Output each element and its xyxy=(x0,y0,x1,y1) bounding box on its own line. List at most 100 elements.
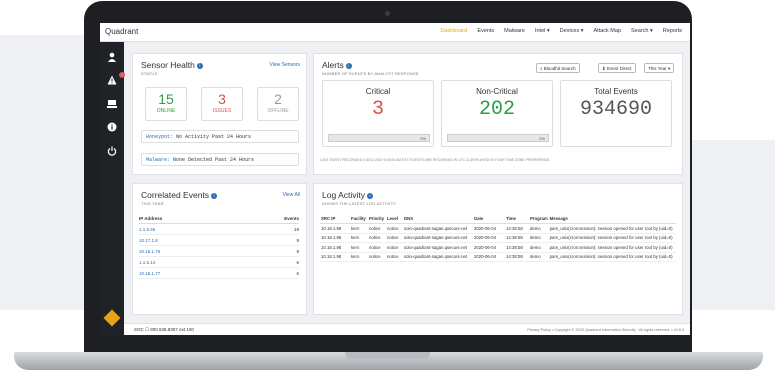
dns-cell: solo-quadrant-sagan.qsecure.net xyxy=(403,252,473,263)
time-cell: 14:38:58 xyxy=(505,223,529,234)
alert-icon[interactable]: ! xyxy=(106,72,125,87)
level-cell: notice xyxy=(386,242,403,253)
date-cell: 2020-06-04 xyxy=(473,242,505,253)
honeypot-text: No Activity Past 24 Hours xyxy=(176,134,252,140)
quadrant-logo-icon xyxy=(103,309,121,327)
program-cell: demo xyxy=(529,233,549,244)
src-ip-cell: 10.18.1.98 xyxy=(320,223,350,234)
sensor-offline-stat[interactable]: 2 OFFLINE xyxy=(257,87,299,121)
column-header[interactable]: DNS xyxy=(403,214,473,224)
ip-link[interactable]: 1.1.5.65 xyxy=(139,223,237,235)
event-count: 9 xyxy=(236,234,299,246)
program-cell: demo xyxy=(529,252,549,263)
column-header[interactable]: Time xyxy=(505,214,529,224)
non-critical-value: 202 xyxy=(478,98,515,121)
priority-cell: notice xyxy=(368,223,386,234)
info-icon[interactable] xyxy=(106,122,118,134)
nav-events[interactable]: Events xyxy=(477,28,494,34)
malware-text: None Detected Past 24 Hours xyxy=(173,157,255,163)
nav-search[interactable]: Search ▾ xyxy=(631,28,653,34)
event-count: 19 xyxy=(236,223,299,235)
card-title: Sensor Health xyxy=(141,60,195,70)
dns-cell: solo-quadrant-sagan.qsecure.net xyxy=(403,223,473,234)
nav-malware[interactable]: Malware xyxy=(504,28,525,34)
priority-cell: notice xyxy=(368,233,386,244)
table-row[interactable]: 10.18.1.76 9 xyxy=(139,245,299,257)
table-row[interactable]: 10.17.1.8 9 xyxy=(139,234,299,246)
legal-links[interactable]: Privacy Policy • Copyright © 2020 Quadra… xyxy=(527,328,684,332)
view-all-link[interactable]: View All xyxy=(283,192,300,198)
event-direct-button[interactable]: ⬇ Event Direct xyxy=(598,63,636,73)
arrow-icon: ⬇ xyxy=(602,66,606,71)
brand-logo[interactable]: Quadrant xyxy=(105,27,138,36)
total-events-box[interactable]: Total Events 934690 xyxy=(560,80,672,147)
correlated-events-card: Correlated Events i THIS YEAR View All IP… xyxy=(132,183,307,315)
table-row[interactable]: 1.1.5.14 6 xyxy=(139,256,299,268)
facility-cell: kern xyxy=(350,252,368,263)
critical-progress: 0% xyxy=(328,134,430,142)
message-cell: pam_unix(cron:session): session opened f… xyxy=(548,233,676,244)
message-cell: pam_unix(cron:session): session opened f… xyxy=(548,223,676,234)
nav-devices[interactable]: Devices ▾ xyxy=(560,28,584,34)
user-icon[interactable] xyxy=(106,52,118,64)
time-range-dropdown[interactable]: This Year ▾ xyxy=(644,63,675,73)
info-icon[interactable]: i xyxy=(367,192,373,199)
issues-label: ISSUES xyxy=(212,108,232,114)
card-title: Correlated Events xyxy=(141,190,210,200)
column-header[interactable]: Program xyxy=(529,214,549,224)
page-footer: SOC ☐ 800.538.8357 ext 100 Privacy Polic… xyxy=(124,323,690,335)
table-row[interactable]: 10.18.1.98 kern notice notice solo-quadrant-… xyxy=(320,233,676,244)
ip-link[interactable]: 10.18.1.77 xyxy=(139,267,237,279)
critical-box[interactable]: Critical 3 0% xyxy=(322,80,434,147)
product-photo: Quadrant Dashboard Events Malware Intel … xyxy=(0,0,775,379)
info-icon[interactable]: i xyxy=(211,192,218,199)
priority-cell: notice xyxy=(368,252,386,263)
sensor-issues-stat[interactable]: 3 ISSUES xyxy=(201,87,243,121)
button-label: Bloodhit Search xyxy=(543,66,576,71)
table-row[interactable]: 10.18.1.98 kern notice notice solo-quadrant-… xyxy=(320,223,676,234)
time-cell: 14:38:58 xyxy=(505,233,529,244)
card-title: Log Activity xyxy=(322,190,365,200)
non-critical-box[interactable]: Non-Critical 202 0% xyxy=(441,80,553,147)
column-header[interactable]: Facility xyxy=(350,214,368,224)
table-row[interactable]: 1.1.5.65 19 xyxy=(139,223,299,235)
info-icon[interactable]: i xyxy=(196,62,203,69)
column-header[interactable]: Events xyxy=(236,214,299,224)
offline-count: 2 xyxy=(274,91,282,107)
bloodhit-search-button[interactable]: ⌕ Bloodhit Search xyxy=(536,63,580,73)
ip-link[interactable]: 10.18.1.76 xyxy=(139,245,237,257)
power-icon[interactable] xyxy=(106,146,118,158)
table-row[interactable]: 10.18.1.98 kern notice notice solo-quadrant-… xyxy=(320,252,676,263)
facility-cell: kern xyxy=(350,242,368,253)
event-count: 6 xyxy=(236,267,299,279)
main-nav: Dashboard Events Malware Intel ▾ Devices… xyxy=(440,28,682,34)
view-sensors-link[interactable]: View Sensors xyxy=(270,62,300,68)
alerts-card: Alerts i NUMBER OF EVENTS BY ANALYST RESP… xyxy=(313,53,683,175)
correlated-events-table: IP Address Events 1.1.5.65 19 10.17.1.8 9 … xyxy=(139,214,299,279)
ip-link[interactable]: 1.1.5.14 xyxy=(139,256,237,268)
column-header[interactable]: Level xyxy=(386,214,403,224)
card-subtitle: SHOWS THE LATEST LOG ACTIVITY xyxy=(322,201,397,206)
nav-reports[interactable]: Reports xyxy=(663,28,682,34)
ip-link[interactable]: 10.17.1.8 xyxy=(139,234,237,246)
column-header[interactable]: Priority xyxy=(368,214,386,224)
info-icon[interactable]: i xyxy=(345,62,352,69)
column-header[interactable]: SRC IP xyxy=(320,214,350,224)
sensor-online-stat[interactable]: 15 ONLINE xyxy=(145,87,187,121)
column-header[interactable]: Message xyxy=(548,214,676,224)
column-header[interactable]: Date xyxy=(473,214,505,224)
dns-cell: solo-quadrant-sagan.qsecure.net xyxy=(403,242,473,253)
nav-dashboard[interactable]: Dashboard xyxy=(440,28,467,34)
table-row[interactable]: 10.18.1.77 6 xyxy=(139,267,299,279)
non-critical-title: Non-Critical xyxy=(476,87,518,96)
column-header[interactable]: IP Address xyxy=(139,214,237,224)
server-icon[interactable] xyxy=(106,99,118,111)
nav-attack-map[interactable]: Attack Map xyxy=(594,28,622,34)
event-count: 9 xyxy=(236,245,299,257)
nav-intel[interactable]: Intel ▾ xyxy=(535,28,550,34)
table-row[interactable]: 10.18.1.98 kern notice notice solo-quadrant-… xyxy=(320,242,676,253)
level-cell: notice xyxy=(386,223,403,234)
critical-value: 3 xyxy=(371,98,384,121)
total-events-value: 934690 xyxy=(579,98,652,121)
app-screen: Quadrant Dashboard Events Malware Intel … xyxy=(100,23,690,335)
